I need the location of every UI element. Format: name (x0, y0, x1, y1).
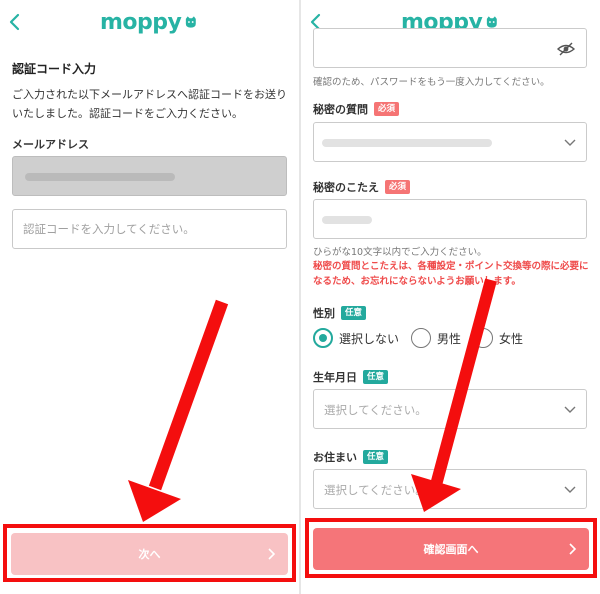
required-badge: 必須 (385, 180, 411, 194)
right-screen: moppy 確認のため、パスワードをもう一度入力してください。 秘密の質問 必須… (301, 0, 600, 594)
secret-answer-input[interactable] (313, 199, 587, 239)
birthday-placeholder: 選択してください。 (324, 403, 427, 417)
blurred-answer (322, 216, 372, 224)
next-button[interactable]: 次へ (11, 533, 288, 575)
chevron-down-icon (564, 406, 576, 413)
optional-badge: 任意 (363, 370, 389, 384)
blurred-email (25, 173, 175, 181)
page-description: ご入力された以下メールアドレスへ認証コードをお送りいたしました。認証コードをご入… (12, 88, 287, 120)
page-title: 認証コード入力 (12, 62, 97, 76)
radio-checked-icon[interactable] (313, 328, 333, 348)
birthday-select[interactable]: 選択してください。 (313, 389, 587, 429)
gender-option-female[interactable]: 女性 (473, 328, 523, 348)
moppy-logo: moppy (100, 9, 198, 35)
radio-unchecked-icon[interactable] (473, 328, 494, 348)
secret-answer-hint: ひらがな10文字以内でご入力ください。 (313, 247, 487, 258)
app-header: moppy (0, 0, 299, 44)
chevron-down-icon (564, 486, 576, 493)
blurred-selected-question (322, 139, 492, 147)
radio-label: 女性 (499, 331, 524, 346)
mascot-icon (186, 16, 197, 28)
secret-answer-label-text: 秘密のこたえ (313, 181, 379, 194)
radio-label: 選択しない (339, 331, 400, 346)
secret-question-select[interactable] (313, 122, 587, 162)
radio-label: 男性 (437, 331, 462, 346)
gender-option-male[interactable]: 男性 (411, 328, 461, 348)
secret-answer-label: 秘密のこたえ 必須 (313, 179, 411, 195)
residence-label-text: お住まい (313, 451, 357, 464)
secret-question-label: 秘密の質問 必須 (313, 101, 400, 117)
birthday-label-text: 生年月日 (313, 371, 357, 384)
gender-label: 性別 任意 (313, 305, 367, 321)
chevron-down-icon (564, 139, 576, 146)
confirm-screen-button[interactable]: 確認画面へ (313, 528, 589, 570)
confirm-button-label: 確認画面へ (423, 543, 479, 556)
email-label: メールアドレス (12, 138, 89, 151)
left-screen: moppy 認証コード入力 ご入力された以下メールアドレスへ認証コードをお送りい… (0, 0, 299, 594)
password-confirm-input[interactable] (313, 28, 587, 68)
eye-slash-icon[interactable] (556, 42, 576, 56)
next-button-label: 次へ (138, 548, 161, 561)
gender-radio-group: 選択しない 男性 女性 (313, 328, 535, 348)
secret-warning-text: 秘密の質問とこたえは、各種設定・ポイント交換等の際に必要になるため、お忘れになら… (313, 261, 589, 287)
required-badge: 必須 (374, 102, 400, 116)
optional-badge: 任意 (341, 306, 367, 320)
gender-option-none[interactable]: 選択しない (313, 328, 399, 348)
chevron-right-icon (569, 543, 577, 555)
email-field-readonly (12, 156, 287, 196)
residence-placeholder: 選択してください。 (324, 483, 427, 497)
residence-label: お住まい 任意 (313, 449, 389, 465)
verification-code-input[interactable] (12, 209, 287, 249)
gender-label-text: 性別 (313, 307, 335, 320)
secret-question-label-text: 秘密の質問 (313, 103, 368, 116)
password-confirm-hint: 確認のため、パスワードをもう一度入力してください。 (313, 77, 550, 88)
birthday-label: 生年月日 任意 (313, 369, 389, 385)
optional-badge: 任意 (363, 450, 389, 464)
chevron-right-icon (268, 548, 276, 560)
radio-unchecked-icon[interactable] (411, 328, 432, 348)
residence-select[interactable]: 選択してください。 (313, 469, 587, 509)
logo-text: moppy (100, 9, 182, 35)
chevron-left-icon[interactable] (4, 10, 26, 34)
